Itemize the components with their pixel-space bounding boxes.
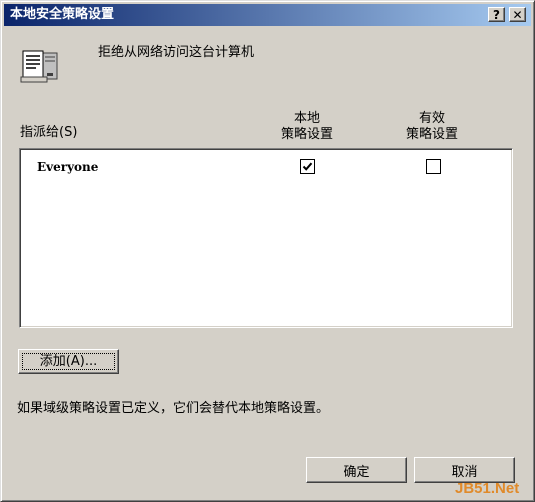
window-title: 本地安全策略设置 [10,7,115,22]
add-button-label: 添加(A)... [22,353,115,370]
policy-name: 拒绝从网络访问这台计算机 [98,45,255,60]
close-button[interactable]: ✕ [509,7,526,22]
column-effective-line-1: 有效 [418,111,445,126]
site-watermark: JB51.Net [455,480,520,497]
policy-settings-dialog: 本地安全策略设置 ? ✕ 拒绝从网络访问这台计算机 本地 策略设置 有效 策略设… [0,0,535,502]
column-effective-line-2: 策略设置 [405,127,458,142]
list-item-name: Everyone [37,160,99,174]
override-note: 如果域级策略设置已定义，它们会替代本地策略设置。 [17,401,330,416]
checkmark-icon [302,162,313,171]
help-button[interactable]: ? [488,7,505,22]
policy-document-icon [20,50,58,83]
effective-setting-checkbox[interactable] [426,159,441,174]
list-item-everyone[interactable]: Everyone [23,157,509,177]
column-header-local: 本地 策略设置 [252,111,362,143]
column-local-line-2: 策略设置 [280,127,333,142]
local-setting-checkbox[interactable] [300,159,315,174]
title-bar[interactable]: 本地安全策略设置 ? ✕ [4,4,531,26]
add-button[interactable]: 添加(A)... [18,349,119,374]
column-header-effective: 有效 策略设置 [377,111,487,143]
assigned-to-label: 指派给(S) [20,125,78,140]
assigned-to-list[interactable]: Everyone [19,148,513,328]
column-local-line-1: 本地 [293,111,320,126]
ok-button[interactable]: 确定 [306,457,407,483]
